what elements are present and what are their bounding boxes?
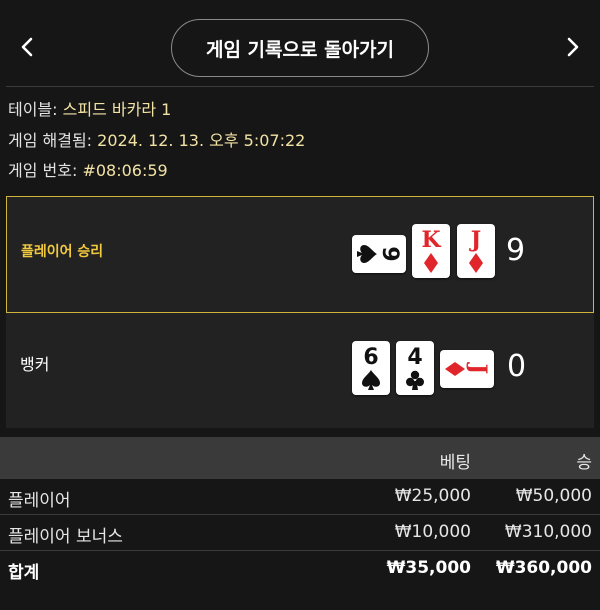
table-info: 테이블: 스피드 바카라 1 (8, 100, 171, 120)
player-card-2: K (412, 224, 450, 278)
table-key: 테이블: (8, 100, 58, 119)
svg-text:9: 9 (377, 246, 402, 261)
total-label: 합계 (8, 563, 40, 583)
back-to-history-button[interactable]: 게임 기록으로 돌아가기 (171, 19, 429, 77)
banker-label: 뱅커 (20, 355, 50, 374)
chevron-right-icon (567, 37, 579, 57)
banker-result-panel: 뱅커 6 4 J 0 (6, 313, 594, 428)
resolved-value: 2024. 12. 13. 오후 5:07:22 (97, 131, 306, 150)
bets-table: 베팅 승 플레이어 ₩25,000 ₩50,000 플레이어 보너스 ₩10,0… (0, 437, 600, 586)
game-number-value: #08:06:59 (82, 161, 168, 180)
total-bet: ₩35,000 (386, 558, 471, 578)
bet-column-header: 베팅 (439, 453, 471, 473)
total-win: ₩360,000 (495, 558, 592, 578)
banker-card-3: J (440, 350, 494, 388)
banker-score: 0 (507, 349, 527, 384)
table-value: 스피드 바카라 1 (62, 100, 172, 119)
table-row: 플레이어 보너스 ₩10,000 ₩310,000 (0, 515, 600, 551)
svg-text:6: 6 (363, 345, 378, 370)
header-divider (6, 86, 594, 87)
player-card-1: 9 (352, 235, 406, 273)
player-score: 9 (506, 233, 526, 268)
table-row: 플레이어 ₩25,000 ₩50,000 (0, 479, 600, 515)
row-label: 플레이어 (8, 491, 71, 511)
player-card-3: J (457, 224, 495, 278)
row-bet: ₩10,000 (394, 522, 471, 542)
game-number-key: 게임 번호: (8, 161, 78, 180)
next-game-button[interactable] (558, 32, 588, 62)
win-column-header: 승 (576, 453, 592, 473)
svg-text:K: K (421, 227, 441, 253)
game-number-info: 게임 번호: #08:06:59 (8, 161, 168, 181)
player-result-panel: 플레이어 승리 9 K J 9 (6, 196, 594, 313)
svg-text:J: J (465, 362, 491, 374)
svg-text:J: J (469, 227, 481, 253)
total-row: 합계 ₩35,000 ₩360,000 (0, 551, 600, 586)
row-bet: ₩25,000 (394, 486, 471, 506)
chevron-left-icon (21, 37, 33, 57)
bets-table-header: 베팅 승 (0, 437, 600, 479)
row-label: 플레이어 보너스 (8, 527, 123, 547)
row-win: ₩50,000 (515, 486, 592, 506)
player-result-label: 플레이어 승리 (21, 244, 104, 260)
previous-game-button[interactable] (12, 32, 42, 62)
resolved-key: 게임 해결됨: (8, 131, 93, 150)
resolved-info: 게임 해결됨: 2024. 12. 13. 오후 5:07:22 (8, 131, 305, 151)
top-bar: 게임 기록으로 돌아가기 (0, 0, 600, 86)
banker-card-2: 4 (396, 341, 434, 395)
row-win: ₩310,000 (504, 522, 592, 542)
svg-text:4: 4 (407, 345, 422, 370)
banker-card-1: 6 (352, 341, 390, 395)
